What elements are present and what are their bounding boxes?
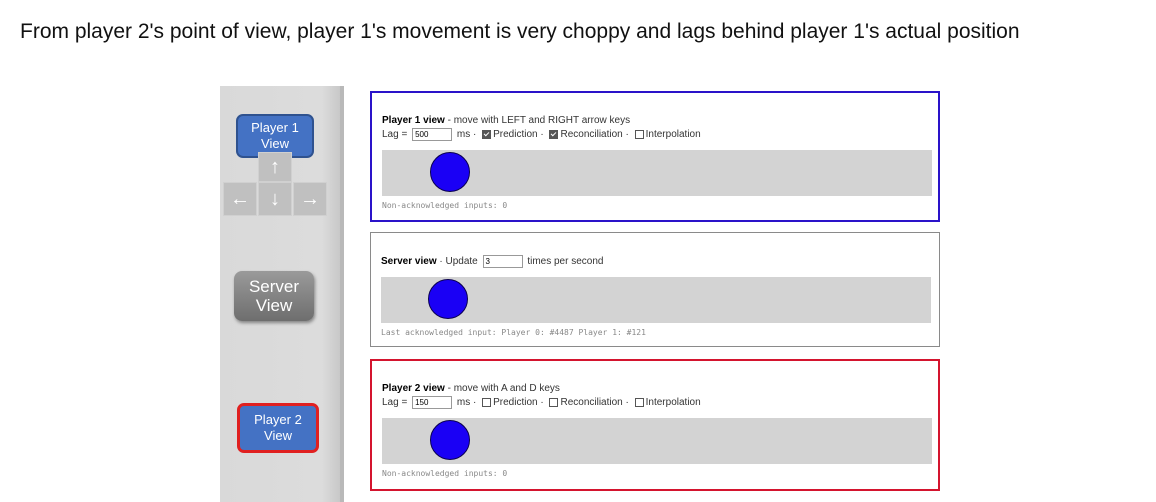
player2-lag-label: Lag =: [382, 397, 408, 409]
player1-interpolation-checkbox[interactable]: [634, 130, 644, 139]
player1-title-line: Player 1 view - move with LEFT and RIGHT…: [382, 115, 630, 126]
player1-view-label: Player 1 View: [251, 120, 299, 151]
player2-interpolation-checkbox[interactable]: [634, 398, 644, 407]
player1-prediction-label: Prediction: [493, 129, 538, 141]
player1-canvas: [382, 150, 932, 196]
server-ball: [428, 279, 468, 319]
player2-ball: [430, 420, 470, 460]
player2-lag-input[interactable]: 150: [412, 396, 453, 409]
player2-subtitle: - move with A and D keys: [444, 383, 560, 394]
server-view-label: Server View: [248, 277, 300, 315]
left-arrow-key-icon: ←: [223, 182, 257, 216]
down-arrow-key-icon: ↓: [258, 182, 292, 216]
server-title: Server view: [381, 256, 437, 268]
player1-prediction-checkbox[interactable]: [482, 130, 492, 139]
player2-options: Lag = 150 ms · Prediction · Reconciliati…: [382, 396, 701, 409]
slide-left-panel: Player 1 View ↑ ← ↓ → Server View Player…: [220, 86, 344, 502]
right-arrow-key-icon: →: [293, 182, 327, 216]
player2-reconciliation-checkbox[interactable]: [549, 398, 559, 407]
player1-interpolation-label: Interpolation: [645, 129, 701, 141]
server-view-button[interactable]: Server View: [234, 271, 314, 321]
player1-ball: [430, 152, 470, 192]
server-update-unit: times per second: [527, 256, 604, 268]
up-arrow-key-icon: ↑: [258, 152, 292, 182]
player1-subtitle: - move with LEFT and RIGHT arrow keys: [444, 115, 631, 126]
server-subtitle: · Update: [436, 256, 478, 268]
player2-reconciliation-label: Reconciliation: [560, 397, 623, 409]
player1-lag-unit: ms ·: [456, 129, 477, 141]
server-status: Last acknowledged input: Player 0: #4487…: [381, 328, 646, 337]
player2-lag-unit: ms ·: [456, 397, 477, 409]
player2-view-panel: Player 2 view - move with A and D keys L…: [370, 359, 940, 491]
server-update-input[interactable]: 3: [482, 255, 523, 268]
player2-title-line: Player 2 view - move with A and D keys: [382, 383, 560, 394]
player2-prediction-label: Prediction: [493, 397, 538, 409]
player1-title: Player 1 view: [382, 115, 445, 126]
player1-status: Non-acknowledged inputs: 0: [382, 201, 508, 210]
player1-reconciliation-label: Reconciliation: [560, 129, 623, 141]
player1-view-panel: Player 1 view - move with LEFT and RIGHT…: [370, 91, 940, 222]
server-view-panel: Server view · Update 3 times per second …: [370, 232, 940, 347]
player2-title: Player 2 view: [382, 383, 445, 394]
player1-lag-label: Lag =: [382, 129, 408, 141]
player2-status: Non-acknowledged inputs: 0: [382, 469, 508, 478]
player1-lag-input[interactable]: 500: [412, 128, 453, 141]
player1-options: Lag = 500 ms · Prediction · Reconciliati…: [382, 128, 701, 141]
player1-reconciliation-checkbox[interactable]: [549, 130, 559, 139]
player2-view-label: Player 2 View: [254, 412, 302, 443]
player2-canvas: [382, 418, 932, 464]
player2-interpolation-label: Interpolation: [645, 397, 701, 409]
player2-prediction-checkbox[interactable]: [482, 398, 492, 407]
player2-view-button[interactable]: Player 2 View: [237, 403, 319, 453]
server-canvas: [381, 277, 931, 323]
caption-text: From player 2's point of view, player 1'…: [20, 20, 1020, 43]
server-title-line: Server view · Update 3 times per second: [381, 255, 603, 268]
